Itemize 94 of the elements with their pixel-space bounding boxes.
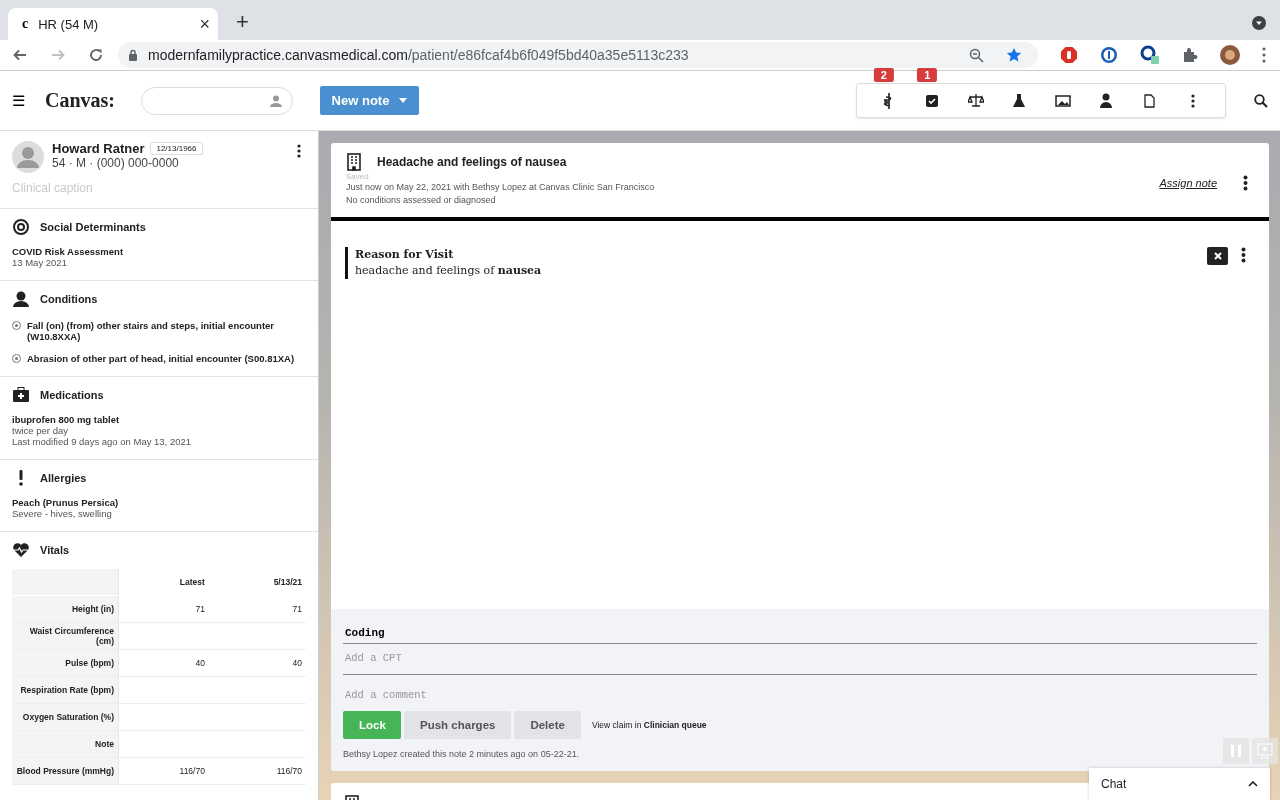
caret-icon (399, 98, 408, 103)
table-cell: 116/70 (276, 766, 302, 776)
section-title: Medications (40, 389, 104, 401)
section-title: Vitals (40, 544, 70, 556)
tab-title: HR (54 M) (38, 16, 100, 32)
condition-text[interactable]: Fall (on) (from) other stairs and steps, initial encounter (W10.8XXA) (27, 320, 306, 342)
row-label: Oxygen Saturation (%) (12, 703, 119, 731)
extension-ring-icon[interactable] (1140, 45, 1160, 65)
person-icon (270, 94, 282, 107)
menu-icon[interactable]: ☰ (12, 91, 25, 110)
building-icon (347, 153, 361, 171)
note-title: Headache and feelings of nausea (377, 155, 568, 169)
exclamation-icon (19, 470, 23, 486)
image-icon[interactable] (1054, 94, 1071, 107)
avatar-icon (12, 141, 44, 173)
table-cell: 71 (292, 604, 302, 614)
puzzle-icon[interactable] (1182, 47, 1198, 63)
condition-icon (12, 321, 21, 330)
person-icon (12, 291, 30, 307)
cpt-field[interactable]: Add a CPT (343, 644, 1257, 675)
zoom-icon[interactable] (969, 47, 984, 63)
url-text: modernfamilypractice.canvasmedical.com/patient/e86fcaf4b6f049f5bd40a35e5113c233 (148, 47, 689, 63)
profile-avatar-icon[interactable] (1220, 45, 1240, 65)
note-meta: Just now on May 22, 2021 with Bethsy Lopez at Canvas Clinic San Francisco (346, 181, 656, 194)
item-detail: Last modified 9 days ago on May 13, 2021 (12, 436, 193, 447)
action-button[interactable]: Delete (514, 711, 581, 739)
close-icon (1213, 252, 1222, 260)
more-icon[interactable] (1241, 247, 1246, 263)
target-icon (12, 219, 30, 235)
reload-icon[interactable] (88, 47, 104, 63)
row-label: Note (12, 730, 119, 758)
section-title: Conditions (40, 293, 98, 305)
checkbox-icon[interactable] (926, 94, 939, 107)
stop-hand-icon[interactable] (1060, 46, 1078, 64)
command-text: headache and feelings of nausea (355, 263, 542, 279)
assign-note-link[interactable]: Assign note (1159, 177, 1217, 189)
item-detail: twice per day (12, 425, 69, 436)
item-detail: Severe - hives, swelling (12, 508, 113, 519)
new-tab-button[interactable]: + (236, 9, 249, 35)
tab-search-icon[interactable] (1252, 16, 1266, 30)
browser-tab[interactable]: c HR (54 M) × (8, 8, 218, 40)
logo: Canvas: (45, 89, 115, 112)
medkit-icon (12, 387, 30, 403)
star-icon[interactable] (1006, 47, 1022, 63)
table-cell: 71 (195, 604, 205, 614)
scale-icon[interactable] (967, 94, 984, 107)
row-label: Pulse (bpm) (12, 649, 119, 677)
note-conditions: No conditions assessed or diagnosed (346, 194, 497, 207)
item-title: Peach (Prunus Persica) (12, 497, 120, 508)
coding-label: Coding (343, 623, 1257, 644)
comment-field[interactable]: Add a comment (343, 675, 1257, 709)
item-detail: 13 May 2021 (12, 257, 68, 268)
patient-name: Howard Ratner (52, 141, 145, 156)
row-label: Waist Circumference (cm) (12, 622, 119, 650)
lock-icon (128, 49, 138, 61)
created-note-text: Bethsy Lopez created this note 2 minutes ago on 05-22-21. (343, 749, 581, 759)
more-icon[interactable] (297, 144, 301, 158)
view-claim-link[interactable]: View claim in Clinician queue (591, 720, 707, 730)
item-title: ibuprofen 800 mg tablet (12, 414, 121, 425)
patient-details: 54 · M · (000) 000-0000 (52, 156, 180, 170)
chat-label: Chat (1101, 777, 1127, 791)
more-icon[interactable] (1243, 175, 1248, 191)
command-title: Reason for Visit (355, 247, 455, 263)
back-icon[interactable] (12, 47, 28, 63)
item-title: COVID Risk Assessment (12, 246, 125, 257)
doctor-icon[interactable] (1100, 93, 1113, 108)
more-icon[interactable] (1191, 93, 1196, 108)
section-title: Social Determinants (40, 221, 146, 233)
action-button[interactable]: Push charges (404, 711, 512, 739)
close-button[interactable] (1207, 247, 1228, 265)
table-cell: 116/70 (179, 766, 205, 776)
password-icon[interactable] (1100, 46, 1118, 64)
flask-icon[interactable] (1013, 93, 1026, 108)
chevron-up-icon[interactable] (1248, 781, 1258, 787)
table-cell: 40 (292, 658, 302, 668)
document-icon[interactable] (1144, 93, 1156, 108)
column-header: 5/13/21 (208, 569, 306, 596)
column-header: Latest (118, 569, 209, 596)
condition-icon (12, 354, 21, 363)
table-cell: 40 (195, 658, 205, 668)
search-icon[interactable] (1254, 93, 1268, 108)
birth-date: 12/13/1966 (150, 142, 203, 155)
condition-text[interactable]: Abrasion of other part of head, initial encounter (S00.81XA) (27, 353, 295, 364)
chat-panel[interactable]: Chat (1089, 768, 1270, 800)
save-status: Saved (346, 172, 370, 181)
close-tab-button[interactable]: × (199, 13, 210, 35)
heart-icon (12, 542, 30, 558)
address-bar[interactable]: modernfamilypractice.canvasmedical.com/patient/e86fcaf4b6f049f5bd40a35e5113c233 (118, 42, 1038, 68)
section-title: Allergies (40, 472, 87, 484)
browser-menu-icon[interactable] (1262, 47, 1266, 63)
row-label: Respiration Rate (bpm) (12, 676, 119, 704)
row-label: Height (in) (12, 595, 119, 623)
favicon-icon: c (22, 16, 29, 32)
row-label: Blood Pressure (mmHg) (12, 757, 119, 785)
